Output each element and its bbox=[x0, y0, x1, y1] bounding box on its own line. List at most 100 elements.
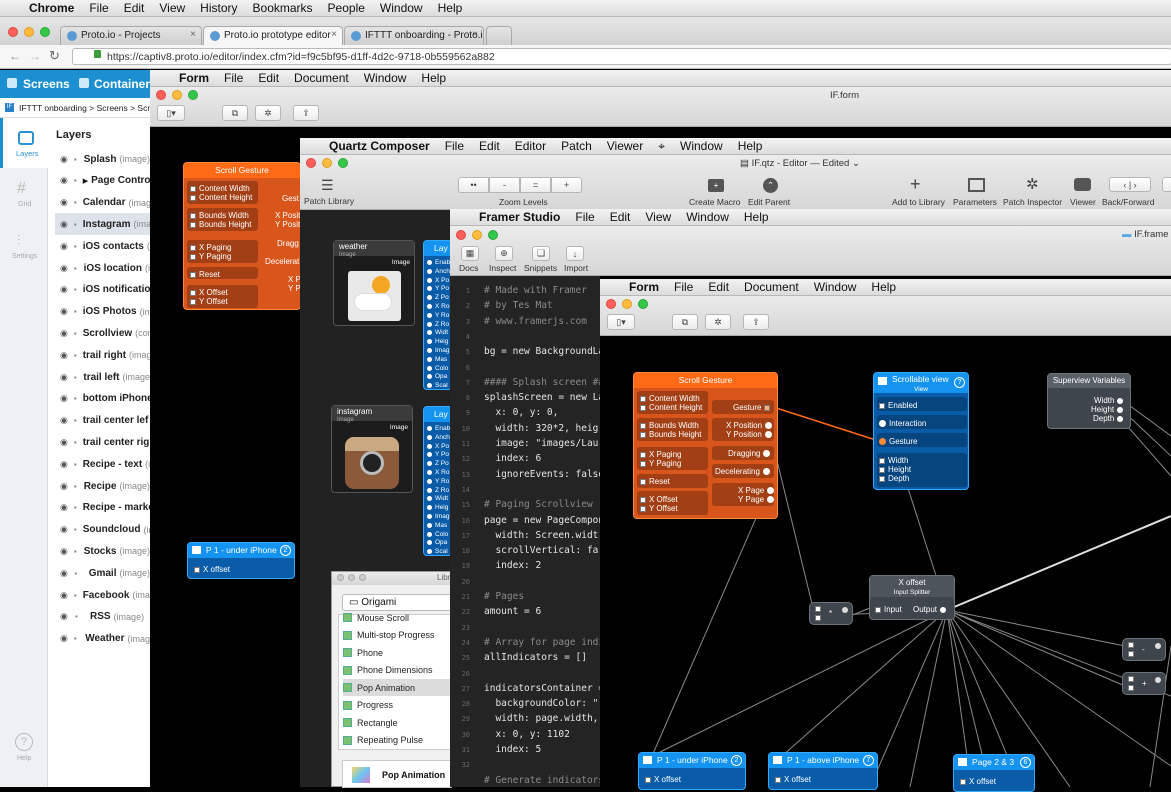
code-line[interactable]: x: 0, y: 1102 bbox=[484, 729, 600, 740]
zoom-actual-button[interactable]: = bbox=[520, 177, 551, 193]
lock-icon[interactable]: ▪ bbox=[74, 591, 77, 600]
screens-tab[interactable]: Screens bbox=[23, 77, 70, 91]
layer-row[interactable]: ◉ ▪ Stocks (image) bbox=[55, 540, 150, 562]
layer-input-port[interactable]: Imag bbox=[427, 513, 449, 520]
zoom-in-button[interactable]: + bbox=[551, 177, 582, 193]
p1-above-iphone-node[interactable]: P 1 - above iPhone 7 X offset bbox=[768, 752, 878, 790]
extra-toolbar-button[interactable] bbox=[1162, 177, 1171, 192]
menu-window[interactable]: Window bbox=[380, 1, 423, 15]
menu-edit[interactable]: Edit bbox=[708, 280, 729, 294]
library-item[interactable]: Multi-stop Progress bbox=[343, 627, 435, 644]
add-to-library-button[interactable]: + Add to Library bbox=[892, 174, 945, 207]
code-line[interactable]: page = new PageCompone bbox=[484, 515, 600, 526]
back-icon[interactable]: ← bbox=[9, 49, 21, 63]
layer-row[interactable]: ◉ ▪ Splash (image) bbox=[55, 148, 150, 170]
share-icon[interactable]: ⇪ bbox=[293, 105, 319, 121]
minimize-icon[interactable] bbox=[24, 27, 34, 37]
layer-row[interactable]: ◉ ▪ trail left (image bbox=[55, 366, 150, 388]
menu-window[interactable]: Window bbox=[680, 139, 723, 153]
address-bar[interactable]: https://captiv8.proto.io/editor/index.cf… bbox=[72, 48, 1171, 65]
menu-window[interactable]: Window bbox=[364, 71, 407, 85]
library-item[interactable]: Phone bbox=[343, 644, 383, 661]
new-tab-button[interactable] bbox=[486, 26, 512, 45]
layer-row[interactable]: ◉ ▪ trail center rig bbox=[55, 431, 150, 453]
lock-icon[interactable]: ▪ bbox=[74, 351, 77, 360]
page-2-3-node[interactable]: Page 2 & 36 X offset bbox=[953, 754, 1035, 792]
close-tab-icon[interactable]: × bbox=[331, 29, 337, 40]
library-item[interactable]: Mouse Scroll bbox=[343, 609, 409, 626]
lock-icon[interactable]: ▪ bbox=[74, 634, 79, 643]
eye-icon[interactable]: ◉ bbox=[60, 437, 68, 448]
eye-icon[interactable]: ◉ bbox=[60, 546, 68, 557]
code-line[interactable]: # Paging Scrollview bbox=[484, 499, 600, 510]
weather-image-patch[interactable]: weather Image Image bbox=[333, 240, 415, 326]
code-line[interactable]: image: "images/Lau bbox=[484, 438, 600, 449]
layer-input-port[interactable]: Imag bbox=[427, 347, 449, 354]
zoom-control[interactable]: •• - = + bbox=[458, 177, 584, 193]
forward-icon[interactable]: → bbox=[29, 49, 41, 63]
side-tab-help[interactable]: ? Help bbox=[0, 730, 48, 766]
lock-icon[interactable]: ▪ bbox=[74, 547, 78, 556]
code-line[interactable]: backgroundColor: " bbox=[484, 698, 600, 709]
view-toggle-button[interactable]: ▯▾ bbox=[607, 314, 635, 330]
code-line[interactable]: index: 6 bbox=[484, 453, 600, 464]
inspect-button[interactable]: ⊕ Inspect bbox=[489, 246, 516, 273]
layer-row[interactable]: ◉ ▪ Scrollview(con bbox=[55, 322, 150, 344]
menu-file[interactable]: File bbox=[89, 1, 108, 15]
minimize-icon[interactable] bbox=[472, 230, 482, 240]
menu-help[interactable]: Help bbox=[738, 139, 763, 153]
layer-row[interactable]: ◉ ▪ Recipe (image) bbox=[55, 475, 150, 497]
layer-input-port[interactable]: Anch bbox=[427, 268, 450, 275]
menu-help[interactable]: Help bbox=[871, 280, 896, 294]
settings-gear-icon[interactable]: ✲ bbox=[255, 105, 281, 121]
code-line[interactable]: x: 0, y: 0, bbox=[484, 407, 600, 418]
parameters-button[interactable]: Parameters bbox=[953, 177, 997, 207]
library-item[interactable]: Phone Dimensions bbox=[343, 662, 433, 679]
code-line[interactable]: #### Splash screen ### bbox=[484, 377, 600, 388]
eye-icon[interactable]: ◉ bbox=[60, 350, 68, 361]
layer-row[interactable]: ◉ ▪ trail right(image bbox=[55, 344, 150, 366]
layer-input-port[interactable]: Colo bbox=[427, 365, 448, 372]
layer-input-port[interactable]: Widt bbox=[427, 329, 448, 336]
code-line[interactable]: amount = 6 bbox=[484, 606, 600, 617]
layer-row[interactable]: ◉ ▪ iOS notificatio bbox=[55, 279, 150, 301]
code-line[interactable]: ignoreEvents: false bbox=[484, 469, 600, 480]
code-line[interactable]: width: 320*2, heig bbox=[484, 423, 600, 434]
menu-chrome[interactable]: Chrome bbox=[29, 1, 74, 15]
side-tab-layers[interactable]: Layers bbox=[0, 118, 48, 168]
layer-input-port[interactable]: Z Ro bbox=[427, 487, 449, 494]
library-item[interactable]: Repeating Pulse bbox=[343, 732, 423, 749]
eye-icon[interactable]: ◉ bbox=[60, 197, 68, 208]
layer-input-port[interactable]: Y Ro bbox=[427, 478, 449, 485]
close-tab-icon[interactable]: × bbox=[472, 29, 478, 40]
layer-row[interactable]: ◉ ▪ Recipe - text (i bbox=[55, 453, 150, 475]
minimize-icon[interactable] bbox=[348, 574, 355, 581]
layer-row[interactable]: ◉ ▪ RSS (image) bbox=[55, 606, 150, 628]
layer-input-port[interactable]: Mas bbox=[427, 356, 447, 363]
layer-row[interactable]: ◉ ▪ trail center lef bbox=[55, 410, 150, 432]
layer-row[interactable]: ◉ ▪ Weather (imag bbox=[55, 628, 150, 650]
layer-input-port[interactable]: Y Po bbox=[427, 451, 449, 458]
lock-icon[interactable]: ▪ bbox=[74, 220, 77, 229]
code-line[interactable]: # Generate indicators bbox=[484, 775, 600, 786]
lock-icon[interactable]: ▪ bbox=[74, 569, 82, 578]
menu-window[interactable]: Window bbox=[814, 280, 857, 294]
close-icon[interactable] bbox=[337, 574, 344, 581]
eye-icon[interactable]: ◉ bbox=[60, 306, 68, 317]
layer-input-port[interactable]: Opa bbox=[427, 373, 447, 380]
superview-variables-node[interactable]: Superview Variables Width Height Depth bbox=[1047, 373, 1131, 429]
import-button[interactable]: ↓ Import bbox=[564, 246, 588, 273]
snippets-button[interactable]: ❏ Snippets bbox=[524, 246, 557, 273]
eye-icon[interactable]: ◉ bbox=[60, 502, 68, 513]
layer-row[interactable]: ◉ ▪ Calendar(image) bbox=[55, 192, 150, 214]
zoom-out-button[interactable]: - bbox=[489, 177, 520, 193]
layer-row[interactable]: ◉ ▪ iOS Photos(ima bbox=[55, 301, 150, 323]
menu-form[interactable]: Form bbox=[629, 280, 659, 294]
eye-icon[interactable]: ◉ bbox=[60, 263, 68, 274]
instagram-image-patch[interactable]: instagram Image Image bbox=[331, 405, 413, 493]
origami-icon[interactable]: ⌖ bbox=[658, 139, 665, 154]
layer-row[interactable]: ◉ ▪ Recipe - marke bbox=[55, 497, 150, 519]
code-line[interactable]: index: 2 bbox=[484, 560, 600, 571]
eye-icon[interactable]: ◉ bbox=[60, 284, 68, 295]
layer-input-port[interactable]: Heig bbox=[427, 504, 448, 511]
